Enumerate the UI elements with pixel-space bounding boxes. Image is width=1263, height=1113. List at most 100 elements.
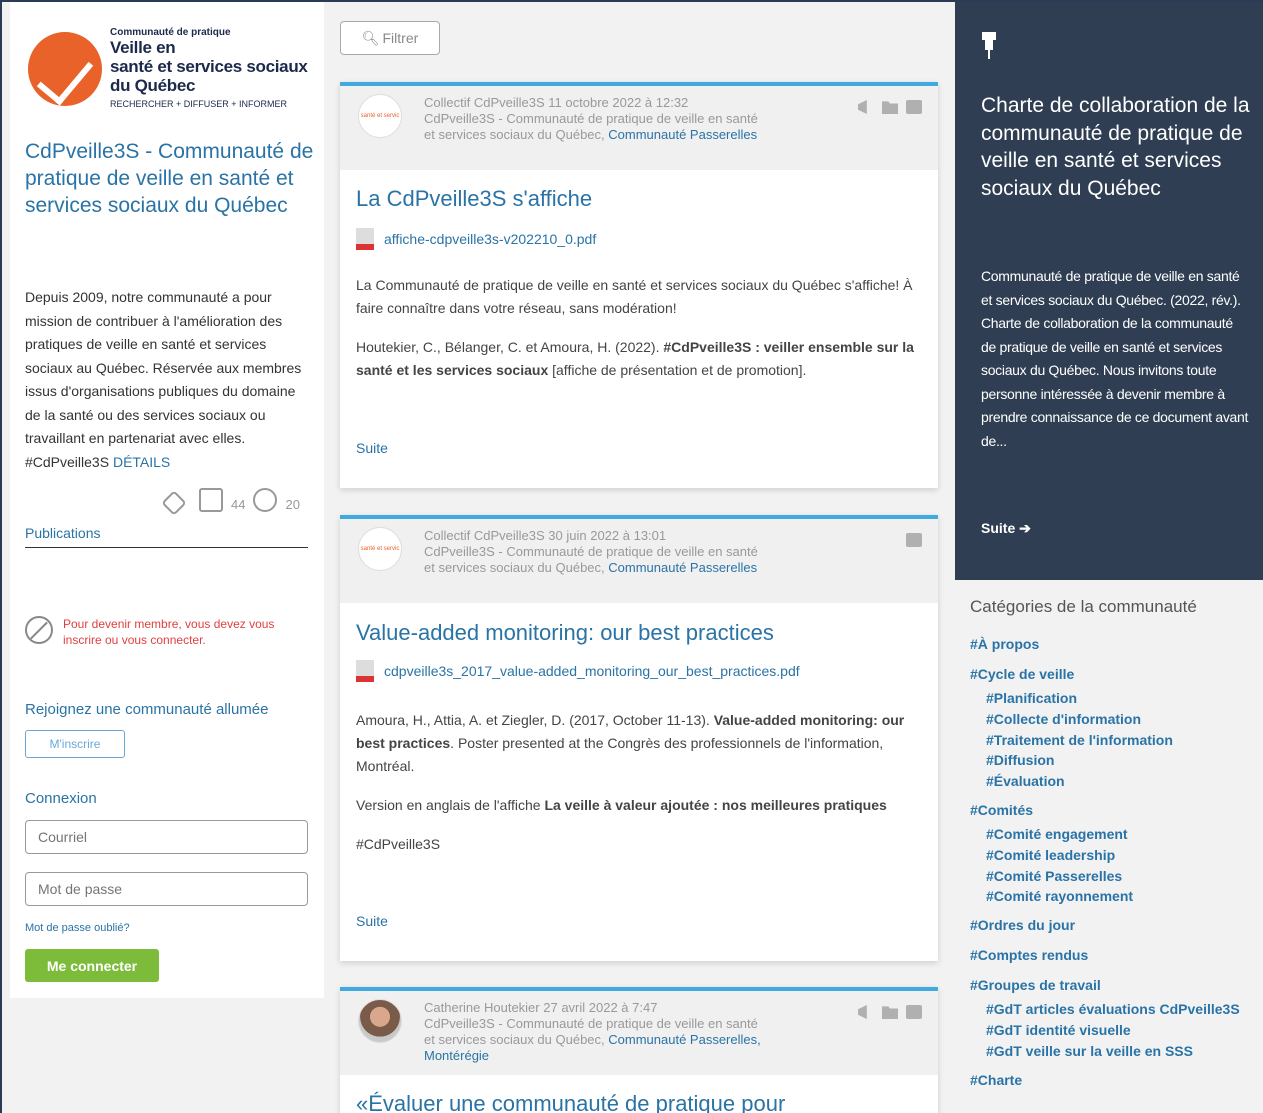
filter-button[interactable]: 🔍︎ Filtrer: [340, 21, 440, 55]
details-link[interactable]: DÉTAILS: [113, 454, 170, 470]
pinned-title[interactable]: Charte de collaboration de la communauté…: [981, 92, 1251, 202]
email-field[interactable]: [25, 820, 308, 854]
filter-label: Filtrer: [382, 30, 419, 46]
post-groups-link[interactable]: Communauté Passerelles: [608, 560, 757, 575]
paragraph-text: Version en anglais de l'affiche: [356, 797, 541, 813]
community-description: Depuis 2009, notre communauté a pour mis…: [25, 286, 310, 474]
avatar[interactable]: [358, 999, 402, 1043]
user-icon: [253, 488, 278, 512]
category-gdt-identite[interactable]: #GdT identité visuelle: [970, 1022, 1260, 1039]
login-button[interactable]: Me connecter: [25, 949, 159, 982]
post-groups: CdPveille3S - Communauté de pratique de …: [424, 111, 764, 143]
pinned-read-more-link[interactable]: Suite ➔: [981, 520, 1031, 537]
avatar[interactable]: santé et servic: [358, 527, 402, 571]
read-more-link[interactable]: Suite: [356, 440, 388, 456]
category-planification[interactable]: #Planification: [970, 690, 1260, 707]
forgot-password-link[interactable]: Mot de passe oublié?: [25, 922, 130, 934]
post-author[interactable]: Collectif CdPveille3S: [424, 95, 545, 110]
post-body: Amoura, H., Attia, A. et Ziegler, D. (20…: [356, 709, 924, 872]
post-paragraph: La Communauté de pratique de veille en s…: [356, 277, 913, 316]
follow-icon[interactable]: [161, 490, 187, 516]
category-traitement[interactable]: #Traitement de l'information: [970, 732, 1260, 749]
megaphone-icon[interactable]: [858, 1005, 867, 1019]
citation-note: [affiche de présentation et de promotion…: [552, 362, 807, 378]
logo-line-1: Veille en: [110, 38, 176, 57]
post-meta: Catherine Houtekier 27 avril 2022 à 7:47…: [424, 1000, 764, 1064]
post-title[interactable]: Value-added monitoring: our best practic…: [356, 620, 774, 646]
logo-title: Veille en santé et services sociaux du Q…: [110, 38, 320, 95]
citation-authors: Amoura, H., Attia, A. et Ziegler, D. (20…: [356, 712, 710, 728]
unlock-icon[interactable]: [906, 100, 922, 114]
membership-warning-text: Pour devenir membre, vous devez vous ins…: [63, 617, 275, 647]
pinned-description: Communauté de pratique de veille en sant…: [981, 268, 1249, 449]
category-collecte[interactable]: #Collecte d'information: [970, 711, 1260, 728]
community-logo[interactable]: Communauté de pratique Veille en santé e…: [28, 22, 318, 117]
avatar[interactable]: santé et servic: [358, 94, 402, 138]
logo-line-2: santé et services sociaux: [110, 57, 308, 76]
post-date: 27 avril 2022 à 7:47: [543, 1000, 658, 1015]
category-gdt-veille[interactable]: #GdT veille sur la veille en SSS: [970, 1043, 1260, 1060]
category-comites[interactable]: #Comités: [970, 802, 1260, 818]
post-title[interactable]: «Évaluer une communauté de pratique pour: [356, 1091, 785, 1113]
attachment-name[interactable]: affiche-cdpveille3s-v202210_0.pdf: [384, 231, 596, 247]
megaphone-icon[interactable]: [858, 100, 867, 114]
folder-icon[interactable]: [882, 101, 898, 114]
post-author[interactable]: Collectif CdPveille3S: [424, 528, 545, 543]
post-header: Catherine Houtekier 27 avril 2022 à 7:47…: [340, 991, 938, 1075]
unlock-icon[interactable]: [906, 533, 922, 547]
category-gdt-articles[interactable]: #GdT articles évaluations CdPveille3S: [970, 1001, 1260, 1018]
category-comite-rayonnement[interactable]: #Comité rayonnement: [970, 888, 1260, 905]
post-meta: Collectif CdPveille3S 30 juin 2022 à 13:…: [424, 528, 764, 576]
forbidden-icon: [25, 616, 53, 644]
categories-title: Catégories de la communauté: [970, 597, 1197, 616]
category-evaluation[interactable]: #Évaluation: [970, 773, 1260, 790]
category-comite-leadership[interactable]: #Comité leadership: [970, 847, 1260, 864]
post-actions: [858, 1005, 922, 1019]
attachment-name[interactable]: cdpveille3s_2017_value-added_monitoring_…: [384, 663, 800, 679]
logo-tagline: RECHERCHER + DIFFUSER + INFORMER: [110, 99, 288, 109]
categories-list: #À propos #Cycle de veille #Planificatio…: [970, 636, 1260, 1102]
category-diffusion[interactable]: #Diffusion: [970, 752, 1260, 769]
category-comptes[interactable]: #Comptes rendus: [970, 947, 1260, 963]
membership-warning: Pour devenir membre, vous devez vous ins…: [25, 616, 310, 648]
post-author[interactable]: Catherine Houtekier: [424, 1000, 540, 1015]
post-hashtag: #CdPveille3S: [356, 836, 441, 852]
pin-icon: [982, 32, 996, 60]
post-groups-link[interactable]: Communauté Passerelles: [608, 127, 757, 142]
pinned-post: Charte de collaboration de la communauté…: [955, 2, 1263, 580]
post-card: Catherine Houtekier 27 avril 2022 à 7:47…: [340, 987, 938, 1113]
post-actions: [858, 100, 922, 114]
category-groupes[interactable]: #Groupes de travail: [970, 977, 1260, 993]
category-charte[interactable]: #Charte: [970, 1072, 1260, 1088]
post-date: 11 octobre 2022 à 12:32: [548, 95, 689, 110]
join-title: Rejoignez une communauté allumée: [25, 701, 269, 718]
post-citation: Amoura, H., Attia, A. et Ziegler, D. (20…: [356, 709, 924, 778]
folder-icon[interactable]: [882, 1006, 898, 1019]
post-paragraph: Version en anglais de l'affiche La veill…: [356, 794, 924, 817]
search-icon: 🔍︎: [361, 29, 380, 46]
pdf-icon: [356, 228, 374, 250]
post-title[interactable]: La CdPveille3S s'affiche: [356, 186, 592, 212]
category-comite-passerelles[interactable]: #Comité Passerelles: [970, 868, 1260, 885]
category-cycle[interactable]: #Cycle de veille: [970, 666, 1260, 682]
post-card: santé et servic Collectif CdPveille3S 30…: [340, 515, 938, 961]
post-citation: Houtekier, C., Bélanger, C. et Amoura, H…: [356, 336, 924, 382]
category-ordres[interactable]: #Ordres du jour: [970, 917, 1260, 933]
community-sidebar: Communauté de pratique Veille en santé e…: [10, 2, 324, 998]
register-button[interactable]: M'inscrire: [25, 730, 125, 758]
unlock-icon[interactable]: [906, 1005, 922, 1019]
password-field[interactable]: [25, 872, 308, 906]
post-card: santé et servic Collectif CdPveille3S 11…: [340, 82, 938, 488]
category-comite-engagement[interactable]: #Comité engagement: [970, 826, 1260, 843]
citation-authors: Houtekier, C., Bélanger, C. et Amoura, H…: [356, 339, 660, 355]
post-body: La Communauté de pratique de veille en s…: [356, 274, 924, 398]
community-stats: 44 20: [161, 488, 300, 516]
tab-publications[interactable]: Publications: [25, 525, 308, 548]
logo-small-text: Communauté de pratique: [110, 27, 231, 38]
logo-line-3: du Québec: [110, 76, 196, 95]
attachment[interactable]: cdpveille3s_2017_value-added_monitoring_…: [356, 660, 800, 682]
read-more-link[interactable]: Suite: [356, 913, 388, 929]
post-actions: [906, 533, 922, 547]
category-apropos[interactable]: #À propos: [970, 636, 1260, 652]
attachment[interactable]: affiche-cdpveille3s-v202210_0.pdf: [356, 228, 596, 250]
